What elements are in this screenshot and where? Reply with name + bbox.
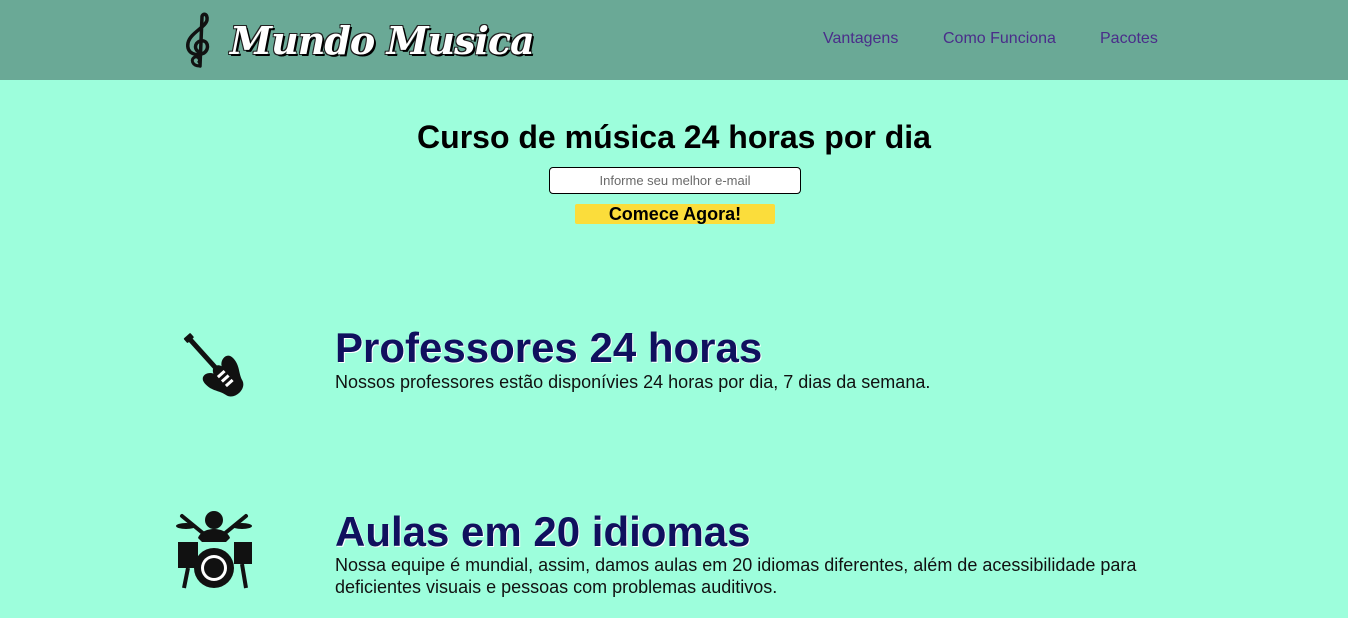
feature-title-languages: Aulas em 20 idiomas [335,508,751,555]
electric-guitar-icon [183,333,244,397]
hero-title: Curso de música 24 horas por dia [417,119,931,155]
start-now-button[interactable]: Comece Agora! [575,204,775,224]
site-header: Mundo Musica Vantagens Como Funciona Pac… [0,0,1348,80]
nav-link-como-funciona[interactable]: Como Funciona [943,30,1056,48]
email-input[interactable] [549,167,801,194]
drummer-icon [176,511,252,589]
logo-text: Mundo Musica [230,17,535,63]
feature-text-teachers: Nossos professores estão disponívies 24 … [335,372,931,392]
feature-text-languages: Nossa equipe é mundial, assim, damos aul… [335,555,1137,597]
logo[interactable]: Mundo Musica [180,10,535,70]
nav-link-vantagens[interactable]: Vantagens [823,30,898,48]
feature-title-teachers: Professores 24 horas [335,324,763,371]
treble-clef-icon [186,12,210,68]
nav-link-pacotes[interactable]: Pacotes [1100,30,1158,48]
